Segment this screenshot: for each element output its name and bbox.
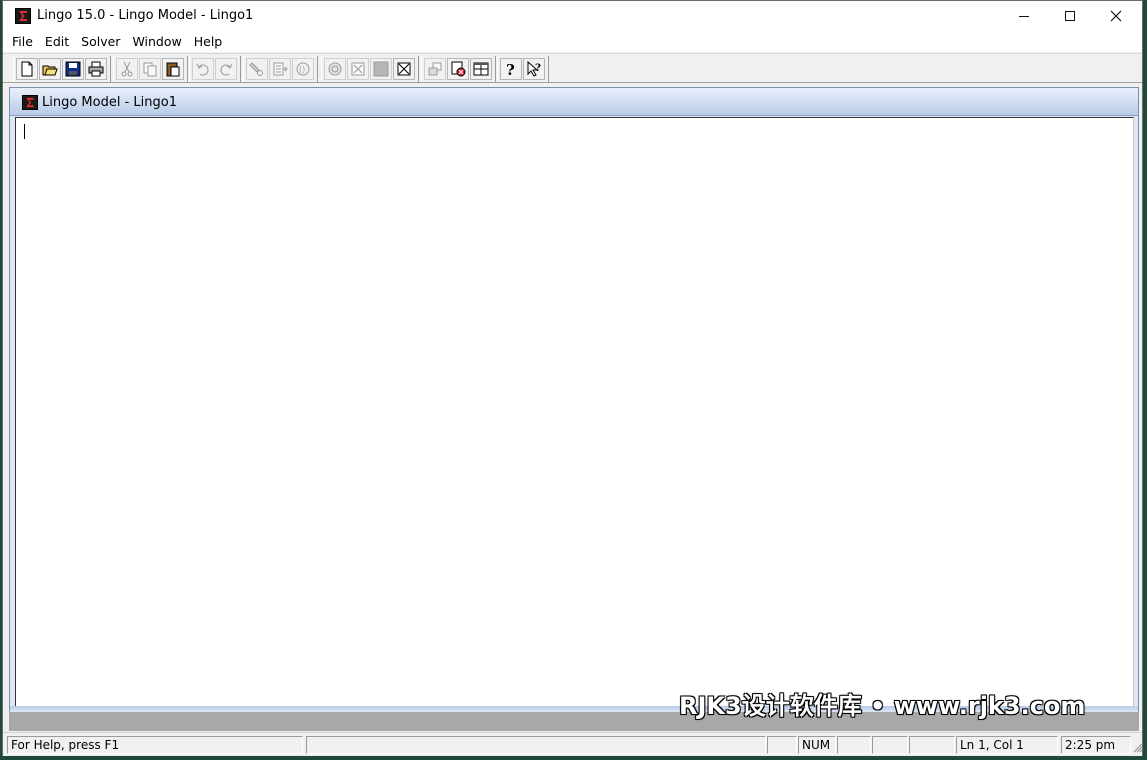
menu-solver[interactable]: Solver bbox=[75, 31, 126, 52]
status-position: Ln 1, Col 1 bbox=[956, 736, 1058, 754]
match-parenthesis-icon: () bbox=[296, 62, 310, 76]
close-icon bbox=[1110, 10, 1122, 22]
maximize-icon bbox=[1065, 11, 1075, 21]
solution-icon bbox=[351, 62, 365, 76]
close-all-icon bbox=[397, 62, 411, 76]
undo-button[interactable] bbox=[192, 58, 214, 80]
cut-button[interactable] bbox=[116, 58, 138, 80]
save-button[interactable] bbox=[62, 58, 84, 80]
copy-button[interactable] bbox=[139, 58, 161, 80]
close-window-icon bbox=[451, 61, 466, 77]
toolbar-group-help: ? ? bbox=[497, 56, 549, 82]
tile-button[interactable] bbox=[470, 58, 492, 80]
cut-icon bbox=[121, 61, 133, 77]
open-icon bbox=[42, 65, 58, 76]
close-button[interactable] bbox=[1093, 1, 1139, 31]
svg-text:?: ? bbox=[535, 63, 541, 74]
context-help-button[interactable]: ? bbox=[523, 58, 545, 80]
title-bar[interactable]: Lingo 15.0 - Lingo Model - Lingo1 bbox=[3, 1, 1142, 31]
resize-grip-icon[interactable] bbox=[1131, 741, 1143, 753]
options-button[interactable] bbox=[370, 58, 392, 80]
child-window-lingo1: Lingo Model - Lingo1 bbox=[9, 87, 1139, 712]
svg-text:?: ? bbox=[506, 61, 515, 77]
window-title: Lingo 15.0 - Lingo Model - Lingo1 bbox=[37, 8, 254, 23]
solution-button[interactable] bbox=[347, 58, 369, 80]
tile-icon bbox=[473, 62, 489, 76]
toolbar-group-undo bbox=[189, 56, 241, 82]
send-to-back-icon bbox=[428, 62, 442, 76]
minimize-icon bbox=[1019, 15, 1029, 17]
close-window-button[interactable] bbox=[447, 58, 469, 80]
mdi-client-area: Lingo Model - Lingo1 bbox=[9, 87, 1139, 731]
menu-window[interactable]: Window bbox=[126, 31, 187, 52]
toolbar-group-file bbox=[13, 56, 111, 82]
menu-bar: File Edit Solver Window Help bbox=[3, 31, 1142, 52]
open-button[interactable] bbox=[39, 58, 61, 80]
watermark-text: RJK3设计软件库 • www.rjk3.com bbox=[679, 692, 1086, 720]
find-button[interactable] bbox=[246, 58, 268, 80]
help-button[interactable]: ? bbox=[500, 58, 522, 80]
undo-icon bbox=[196, 63, 209, 76]
toolbar-group-solver bbox=[321, 56, 419, 82]
status-bar: For Help, press F1 NUM Ln 1, Col 1 2:25 … bbox=[3, 732, 1143, 756]
child-title-bar[interactable]: Lingo Model - Lingo1 bbox=[10, 88, 1138, 116]
toolbar: () ? ? bbox=[3, 53, 1142, 83]
print-icon bbox=[88, 61, 104, 77]
copy-icon bbox=[143, 62, 157, 77]
close-all-button[interactable] bbox=[393, 58, 415, 80]
context-help-icon: ? bbox=[527, 61, 541, 77]
minimize-button[interactable] bbox=[1001, 1, 1047, 31]
toolbar-group-window bbox=[421, 56, 496, 82]
new-icon bbox=[21, 61, 33, 77]
solve-button[interactable] bbox=[324, 58, 346, 80]
status-time: 2:25 pm bbox=[1061, 736, 1131, 754]
status-num: NUM bbox=[798, 736, 836, 754]
paste-button[interactable] bbox=[162, 58, 184, 80]
status-pane-empty-1 bbox=[306, 736, 766, 754]
match-parenthesis-button[interactable]: () bbox=[292, 58, 314, 80]
menu-edit[interactable]: Edit bbox=[39, 31, 75, 52]
status-pane-empty-3 bbox=[837, 736, 871, 754]
redo-button[interactable] bbox=[215, 58, 237, 80]
menu-file[interactable]: File bbox=[6, 31, 39, 52]
save-icon bbox=[65, 61, 81, 77]
model-editor[interactable] bbox=[15, 117, 1134, 707]
go-to-line-icon bbox=[273, 62, 288, 76]
status-help-text: For Help, press F1 bbox=[7, 736, 303, 754]
lingo-main-window: Lingo 15.0 - Lingo Model - Lingo1 File E… bbox=[2, 0, 1143, 756]
paste-icon bbox=[166, 62, 180, 77]
print-button[interactable] bbox=[85, 58, 107, 80]
go-to-line-button[interactable] bbox=[269, 58, 291, 80]
lingo-model-icon bbox=[22, 95, 38, 110]
send-to-back-button[interactable] bbox=[424, 58, 446, 80]
child-window-title: Lingo Model - Lingo1 bbox=[42, 95, 177, 110]
maximize-button[interactable] bbox=[1047, 1, 1093, 31]
new-button[interactable] bbox=[16, 58, 38, 80]
find-icon bbox=[249, 62, 263, 76]
options-icon bbox=[373, 61, 389, 77]
svg-text:(): () bbox=[299, 65, 305, 74]
menu-help[interactable]: Help bbox=[188, 31, 229, 52]
text-caret bbox=[24, 124, 25, 139]
status-pane-empty-2 bbox=[767, 736, 797, 754]
toolbar-group-clipboard bbox=[113, 56, 188, 82]
status-pane-empty-4 bbox=[872, 736, 908, 754]
help-icon: ? bbox=[506, 61, 515, 77]
solve-icon bbox=[328, 62, 342, 76]
lingo-sigma-icon[interactable] bbox=[15, 8, 31, 24]
toolbar-group-find: () bbox=[243, 56, 318, 82]
redo-icon bbox=[220, 63, 233, 76]
status-pane-empty-5 bbox=[909, 736, 955, 754]
